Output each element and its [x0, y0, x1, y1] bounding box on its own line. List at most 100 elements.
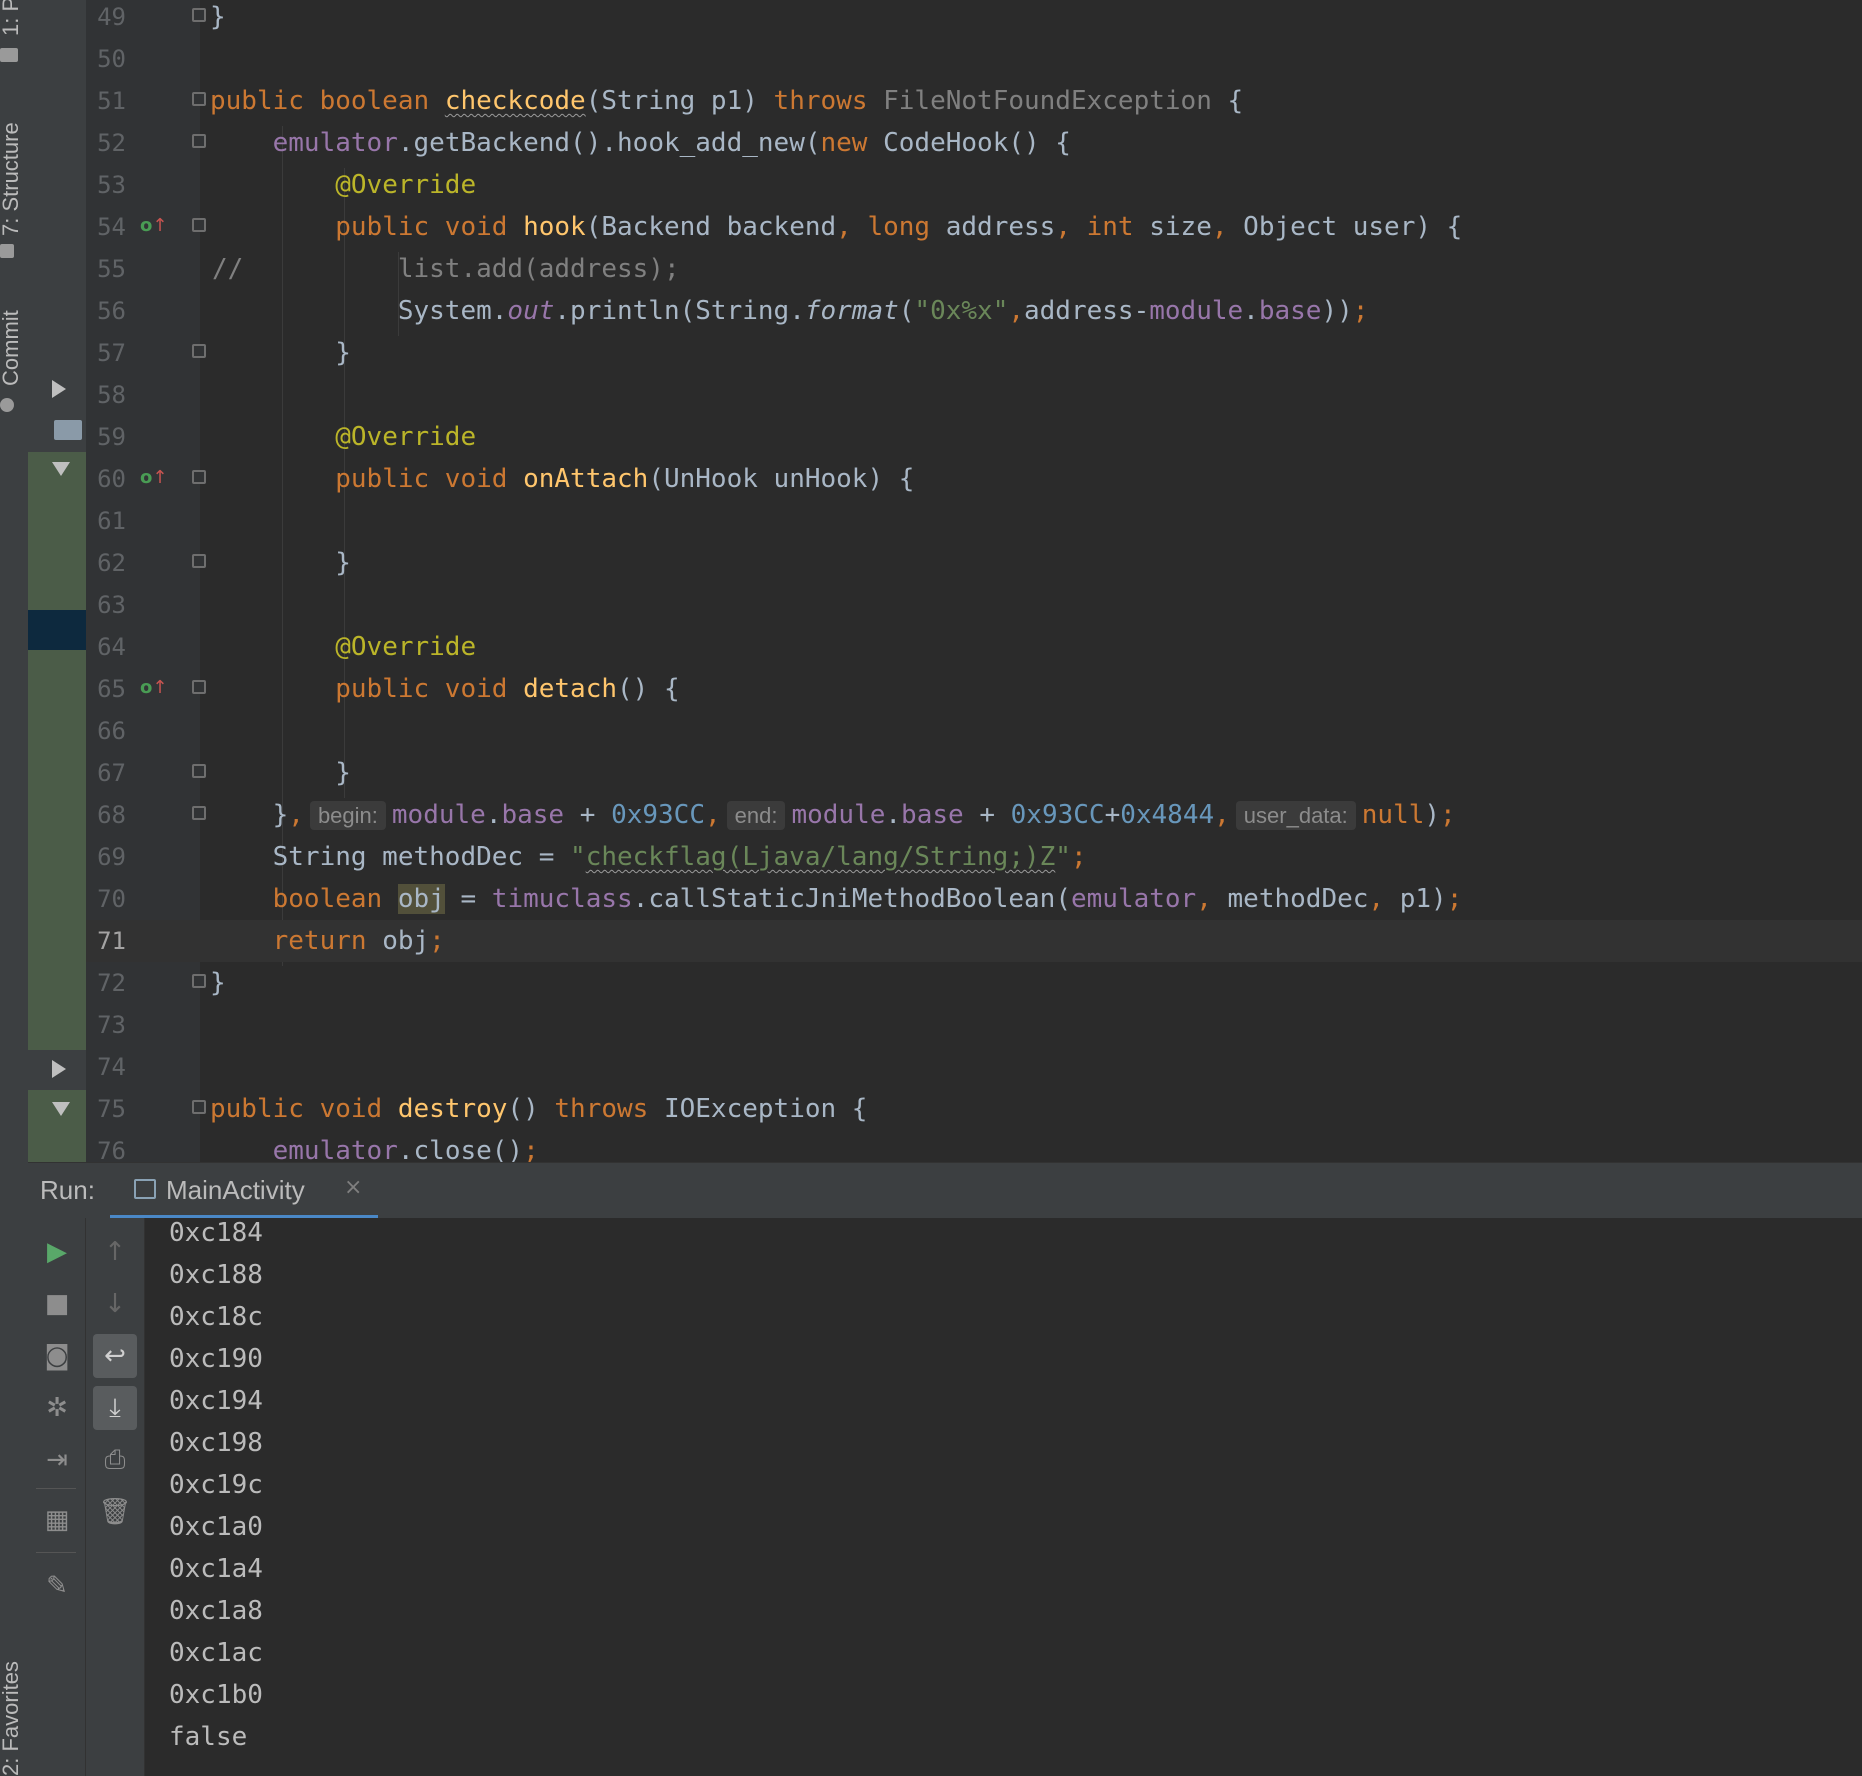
code-line[interactable]: 59 @Override	[86, 416, 1862, 458]
fold-start-icon[interactable]	[192, 1100, 206, 1114]
fold-end-icon[interactable]	[192, 764, 206, 778]
line-number: 68	[97, 801, 126, 829]
tree-collapse-arrow-icon[interactable]	[52, 462, 70, 476]
code-text: @Override	[335, 632, 477, 662]
login-button[interactable]: ⇥	[35, 1438, 79, 1482]
code-line[interactable]: 52 emulator.getBackend().hook_add_new(ne…	[86, 122, 1862, 164]
dump-threads-button[interactable]: ◙	[35, 1334, 79, 1378]
code-line[interactable]: 73	[86, 1004, 1862, 1046]
current-code-line[interactable]: 71 return obj;	[86, 920, 1862, 962]
line-number: 72	[97, 969, 126, 997]
line-number: 53	[97, 171, 126, 199]
line-number: 66	[97, 717, 126, 745]
code-editor[interactable]: 49 } 50 51 public boolean checkcode(Stri…	[86, 0, 1862, 1162]
print-button[interactable]: ⎙	[93, 1438, 137, 1482]
fold-end-icon[interactable]	[192, 974, 206, 988]
code-line[interactable]: 49 }	[86, 0, 1862, 38]
console-line: 0xc1a8	[169, 1596, 263, 1626]
print-icon: ⎙	[104, 1444, 126, 1475]
clear-all-button[interactable]: 🗑	[93, 1490, 137, 1534]
fold-start-icon[interactable]	[192, 470, 206, 484]
debug-settings-button[interactable]: ✲	[35, 1386, 79, 1430]
close-icon[interactable]: ×	[344, 1175, 362, 1200]
project-tool-button[interactable]: 1: Project	[0, 0, 24, 36]
code-line[interactable]: 67 }	[86, 752, 1862, 794]
code-line[interactable]: 56 System.out.println(String.format("0x%…	[86, 290, 1862, 332]
camera-icon: ◙	[44, 1341, 70, 1371]
code-text: @Override	[335, 422, 477, 452]
layout-button[interactable]: ▦	[35, 1498, 79, 1542]
override-marker-icon[interactable]: o↑	[140, 468, 167, 488]
soft-wrap-icon: ↩	[104, 1341, 126, 1371]
stop-button[interactable]: ■	[35, 1282, 79, 1326]
run-tab-mainactivity[interactable]: MainActivity ×	[110, 1163, 378, 1219]
tree-selected-row[interactable]	[28, 1090, 86, 1162]
console-line: 0xc19c	[169, 1470, 263, 1500]
code-line[interactable]: 72 }	[86, 962, 1862, 1004]
console-line: 0xc198	[169, 1428, 263, 1458]
structure-icon[interactable]	[0, 244, 14, 258]
fold-start-icon[interactable]	[192, 134, 206, 148]
commit-tool-button[interactable]: Commit	[0, 310, 24, 386]
scroll-up-button[interactable]: ↑	[93, 1230, 137, 1274]
rerun-button[interactable]: ▶	[35, 1230, 79, 1274]
code-line[interactable]: 66	[86, 710, 1862, 752]
fold-start-icon[interactable]	[192, 218, 206, 232]
code-line[interactable]: 55 // list.add(address);	[86, 248, 1862, 290]
toolbar-separator	[36, 1488, 76, 1489]
console-output[interactable]: 0xc184 0xc188 0xc18c 0xc190 0xc194 0xc19…	[145, 1218, 1862, 1776]
scroll-down-button[interactable]: ↓	[93, 1282, 137, 1326]
fold-end-icon[interactable]	[192, 806, 206, 820]
fold-start-icon[interactable]	[192, 92, 206, 106]
tree-focused-row[interactable]	[28, 610, 86, 650]
code-line[interactable]: 54 o↑ public void hook(Backend backend, …	[86, 206, 1862, 248]
commit-icon[interactable]	[0, 398, 14, 412]
trash-icon: 🗑	[98, 1497, 132, 1527]
scroll-to-end-button[interactable]: ⤓	[93, 1386, 137, 1430]
toolbar-separator	[36, 1552, 76, 1553]
folder-icon[interactable]	[0, 48, 18, 62]
code-line[interactable]: 75 public void destroy() throws IOExcept…	[86, 1088, 1862, 1130]
code-line[interactable]: 51 public boolean checkcode(String p1) t…	[86, 80, 1862, 122]
code-line[interactable]: 65 o↑ public void detach() {	[86, 668, 1862, 710]
code-line[interactable]: 69 String methodDec = "checkflag(Ljava/l…	[86, 836, 1862, 878]
code-text: }	[210, 968, 226, 998]
structure-tool-button[interactable]: 7: Structure	[0, 122, 24, 236]
scroll-to-end-icon: ⤓	[109, 1392, 121, 1423]
code-line[interactable]: 60 o↑ public void onAttach(UnHook unHook…	[86, 458, 1862, 500]
login-icon: ⇥	[46, 1445, 68, 1475]
override-marker-icon[interactable]: o↑	[140, 678, 167, 698]
code-line[interactable]: 64 @Override	[86, 626, 1862, 668]
fold-end-icon[interactable]	[192, 344, 206, 358]
code-line[interactable]: 50	[86, 38, 1862, 80]
code-line[interactable]: 76 emulator.close();	[86, 1130, 1862, 1162]
code-text: list.add(address);	[210, 254, 680, 284]
code-line[interactable]: 57 }	[86, 332, 1862, 374]
soft-wrap-button[interactable]: ↩	[93, 1334, 137, 1378]
fold-end-icon[interactable]	[192, 554, 206, 568]
code-line[interactable]: 74	[86, 1046, 1862, 1088]
code-line[interactable]: 58	[86, 374, 1862, 416]
code-line[interactable]: 63	[86, 584, 1862, 626]
tree-collapse-arrow-icon[interactable]	[52, 1102, 70, 1116]
code-line[interactable]: 70 boolean obj = timuclass.callStaticJni…	[86, 878, 1862, 920]
code-line[interactable]: 61	[86, 500, 1862, 542]
fold-start-icon[interactable]	[192, 680, 206, 694]
code-line[interactable]: 68 }, begin: module.base + 0x93CC, end: modu…	[86, 794, 1862, 836]
line-number: 71	[97, 927, 126, 955]
override-marker-icon[interactable]: o↑	[140, 216, 167, 236]
tree-expand-arrow-icon[interactable]	[52, 1060, 66, 1078]
code-line[interactable]: 62 }	[86, 542, 1862, 584]
line-number: 63	[97, 591, 126, 619]
fold-end-icon[interactable]	[192, 8, 206, 22]
code-text: emulator.close();	[272, 1136, 539, 1162]
pin-button[interactable]: ✎	[35, 1564, 79, 1608]
tree-expand-arrow-icon[interactable]	[52, 380, 66, 398]
param-hint-user-data: user_data:	[1235, 801, 1356, 830]
favorites-tool-button[interactable]: 2: Favorites	[0, 1661, 24, 1776]
console-line: 0xc184	[169, 1218, 263, 1248]
tree-selected-row[interactable]	[28, 650, 86, 1050]
code-text: }	[210, 758, 351, 788]
console-line: 0xc188	[169, 1260, 263, 1290]
code-line[interactable]: 53 @Override	[86, 164, 1862, 206]
